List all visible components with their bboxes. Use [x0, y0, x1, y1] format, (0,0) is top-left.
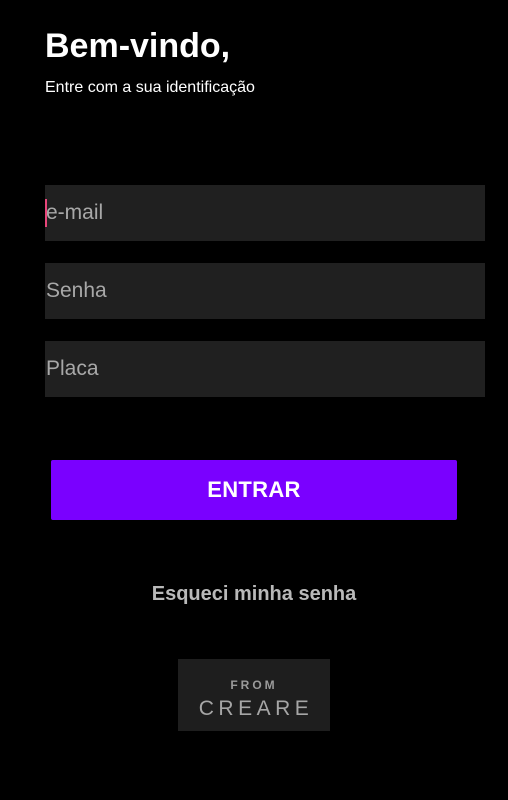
brand-logo: FROM CREARE: [178, 659, 330, 731]
plate-field[interactable]: [45, 341, 485, 397]
brand-from-text: FROM: [230, 678, 278, 692]
password-field[interactable]: [45, 263, 485, 319]
text-cursor: [45, 199, 47, 227]
email-field[interactable]: [45, 185, 485, 241]
email-field-container[interactable]: [45, 185, 485, 241]
plate-field-container[interactable]: [45, 341, 485, 397]
password-field-container[interactable]: [45, 263, 485, 319]
forgot-password-link[interactable]: Esqueci minha senha: [0, 583, 508, 606]
page-subtitle: Entre com a sua identificação: [45, 79, 255, 96]
login-button[interactable]: ENTRAR: [51, 460, 457, 520]
brand-name-text: CREARE: [198, 697, 314, 720]
page-title: Bem-vindo,: [45, 27, 231, 65]
